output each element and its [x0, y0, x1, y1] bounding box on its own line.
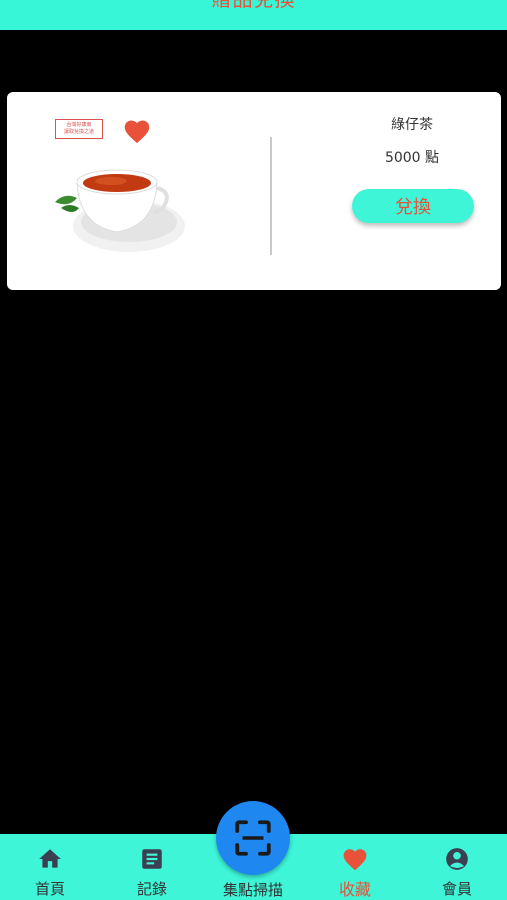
- scan-icon: [235, 820, 271, 856]
- nav-item-favorites[interactable]: 收藏: [305, 834, 405, 900]
- nav-label-scan[interactable]: 集點掃描: [203, 879, 303, 900]
- nav-label-records: 記錄: [136, 880, 167, 898]
- stamp-line-2: 讓取兌換之道: [63, 129, 94, 135]
- heart-icon[interactable]: [123, 118, 151, 144]
- nav-label-home: 首頁: [34, 880, 65, 898]
- home-icon: [39, 849, 61, 868]
- nav-item-records[interactable]: 記錄: [102, 834, 202, 900]
- top-header-bar: 贈品兌換: [0, 0, 507, 30]
- nav-item-member[interactable]: 會員: [407, 834, 507, 900]
- page-title: 贈品兌換: [0, 0, 507, 11]
- record-icon: [142, 849, 162, 869]
- heart-icon: [343, 849, 367, 871]
- stamp-line-1: 台灣好康東: [66, 122, 92, 128]
- card-divider: [270, 137, 272, 255]
- tea-cup-image: [55, 169, 185, 252]
- product-points: 5000 點: [384, 150, 440, 166]
- promo-stamp: 台灣好康東 讓取兌換之道: [55, 119, 103, 139]
- redeem-button[interactable]: 兌換: [352, 189, 474, 223]
- nav-label-favorites: 收藏: [338, 880, 371, 899]
- nav-item-home[interactable]: 首頁: [0, 834, 100, 900]
- product-card[interactable]: 台灣好康東 讓取兌換之道 綠仔茶 5000 點 兌換: [7, 92, 501, 290]
- member-icon: [446, 848, 468, 870]
- product-name: 綠仔茶: [391, 117, 433, 133]
- scan-button[interactable]: [216, 801, 290, 875]
- nav-label-member: 會員: [441, 880, 472, 898]
